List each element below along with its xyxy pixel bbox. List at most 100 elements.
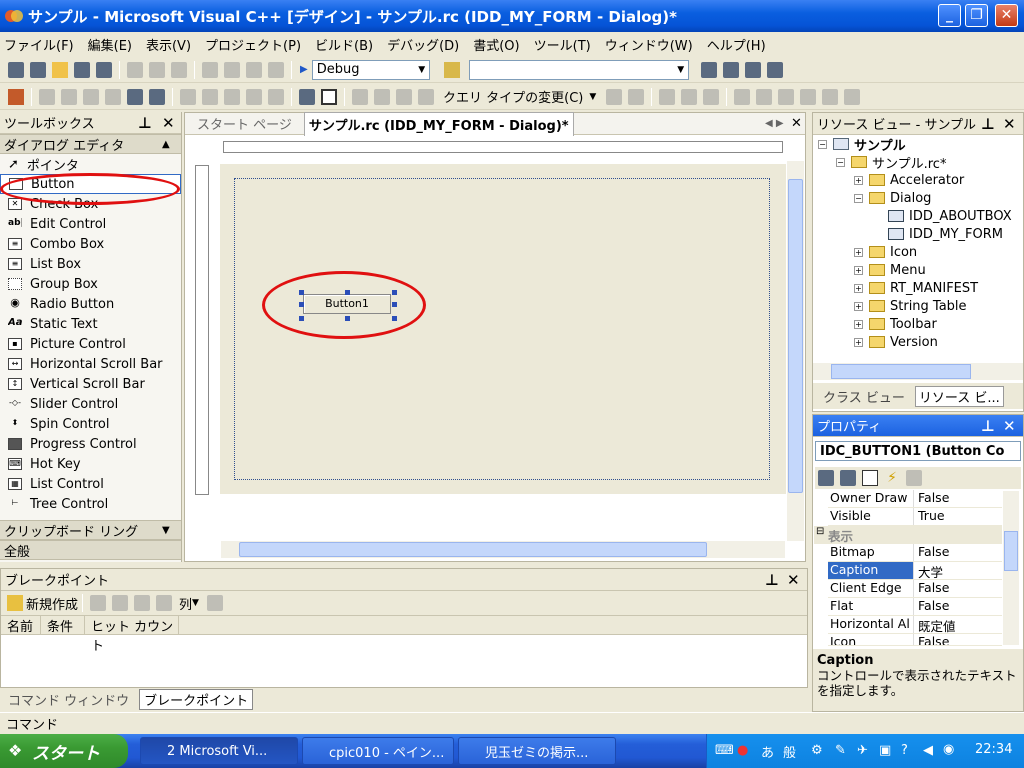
toolbox-item-slider[interactable]: -◇- Slider Control — [0, 394, 181, 414]
close-icon[interactable]: ✕ — [1003, 115, 1016, 133]
minimize-button[interactable]: _ — [938, 4, 961, 27]
new-breakpoint-button[interactable]: 新規作成 — [26, 594, 78, 613]
alphabetical-icon[interactable] — [840, 470, 856, 486]
sort-ascending-icon[interactable] — [659, 88, 676, 105]
help-icon[interactable]: ? — [901, 743, 908, 758]
sort-descending-icon[interactable] — [681, 88, 698, 105]
tree-node-menu[interactable]: + Menu — [854, 261, 926, 279]
test-dialog-icon[interactable] — [8, 88, 24, 105]
query-icon[interactable] — [374, 88, 390, 105]
maximize-button[interactable]: ❐ — [965, 4, 988, 27]
resview-hscrollbar[interactable] — [813, 363, 1023, 380]
scroll-thumb[interactable] — [239, 542, 707, 557]
toolbox-item-pointer[interactable]: ➚ ポインタ — [0, 154, 181, 174]
tree-node-rc[interactable]: − サンプル.rc* — [836, 153, 946, 172]
layout-icon[interactable] — [822, 88, 839, 105]
add-item-icon[interactable] — [30, 61, 46, 78]
tray-expand-icon[interactable]: ◀ — [923, 743, 933, 758]
tab-breakpoints[interactable]: ブレークポイント — [139, 688, 254, 710]
property-row[interactable]: Visible True — [828, 508, 1002, 526]
menu-edit[interactable]: 編集(E) — [88, 35, 132, 54]
delete-icon[interactable] — [90, 595, 107, 611]
toolbox-item-hotkey[interactable]: ⌨ Hot Key — [0, 454, 181, 474]
expand-icon[interactable]: + — [854, 301, 863, 311]
menu-view[interactable]: 表示(V) — [146, 35, 191, 54]
collapse-icon[interactable]: − — [818, 139, 827, 149]
network-icon[interactable]: ◉ — [943, 742, 954, 757]
query-icon[interactable] — [396, 88, 412, 105]
tab-command-window[interactable]: コマンド ウィンドウ — [8, 690, 129, 709]
close-icon[interactable]: ✕ — [162, 114, 175, 132]
tree-node-myform[interactable]: IDD_MY_FORM — [888, 225, 1003, 243]
chevron-up-icon[interactable]: ▲ — [162, 139, 170, 150]
toolbox-item-vscroll[interactable]: ↕ Vertical Scroll Bar — [0, 374, 181, 394]
ime-pad-icon[interactable]: ✎ — [835, 743, 846, 758]
ime-icon[interactable]: ● — [737, 743, 748, 758]
query-icon[interactable] — [418, 88, 434, 105]
property-row-selected[interactable]: Caption 大学 — [828, 562, 1002, 580]
goto-disasm-icon[interactable] — [156, 595, 173, 611]
tray-icon[interactable]: ▣ — [879, 743, 891, 758]
tab-class-view[interactable]: クラス ビュー — [823, 387, 905, 406]
events-icon[interactable]: ⚡ — [884, 470, 900, 486]
menu-help[interactable]: ヘルプ(H) — [707, 35, 766, 54]
keyboard-icon[interactable]: ⌨ — [715, 743, 734, 758]
editor-hscrollbar[interactable] — [221, 541, 785, 558]
add-table-icon[interactable] — [756, 88, 773, 105]
disable-icon[interactable] — [112, 595, 129, 611]
property-row[interactable]: Flat False — [828, 598, 1002, 616]
center-vertical-icon[interactable] — [127, 88, 143, 105]
toggle-grid-icon[interactable] — [299, 88, 315, 105]
menu-tools[interactable]: ツール(T) — [534, 35, 591, 54]
verify-sql-icon[interactable] — [606, 88, 623, 105]
layout-icon[interactable] — [800, 88, 817, 105]
pin-icon[interactable]: ⊥ — [765, 571, 779, 589]
toggle-guides-icon[interactable] — [321, 88, 337, 105]
toolbox-item-listbox[interactable]: ≡ List Box — [0, 254, 181, 274]
tree-node-solution[interactable]: − サンプル — [818, 135, 906, 154]
toolbox-item-combo[interactable]: ≡ Combo Box — [0, 234, 181, 254]
categorized-icon[interactable] — [818, 470, 834, 486]
space-across-icon[interactable] — [180, 88, 196, 105]
property-row[interactable]: Bitmap False — [828, 544, 1002, 562]
class-view-icon[interactable] — [766, 61, 783, 78]
pin-icon[interactable]: ⊥ — [981, 417, 995, 435]
property-row[interactable]: Icon False — [828, 634, 1002, 646]
redo-icon[interactable] — [224, 61, 240, 78]
layout-icon[interactable] — [844, 88, 861, 105]
new-project-icon[interactable] — [8, 61, 24, 78]
toolbox-item-listctrl[interactable]: ▦ List Control — [0, 474, 181, 494]
tree-node-dialog[interactable]: − Dialog — [854, 189, 931, 207]
expand-icon[interactable]: + — [854, 175, 863, 185]
tab-scroll-icon[interactable]: ◀ ▶ — [765, 118, 784, 129]
layout-icon[interactable] — [778, 88, 795, 105]
taskbar-item-vc[interactable]: 2 Microsoft Vi... — [140, 737, 298, 765]
vertical-ruler[interactable] — [195, 165, 209, 495]
taskbar-item-browser[interactable]: 児玉ゼミの掲示... — [458, 737, 616, 765]
property-row[interactable]: Client Edge False — [828, 580, 1002, 598]
expand-icon[interactable]: + — [854, 319, 863, 329]
menu-build[interactable]: ビルド(B) — [315, 35, 373, 54]
copy-icon[interactable] — [149, 61, 165, 78]
toolbox-item-static[interactable]: Aa Static Text — [0, 314, 181, 334]
properties-icon[interactable] — [206, 595, 223, 611]
column-header[interactable]: ヒット カウント — [85, 616, 179, 654]
tree-node-accelerator[interactable]: + Accelerator — [854, 171, 964, 189]
tab-resource-view[interactable]: リソース ビ... — [914, 385, 1004, 407]
menu-format[interactable]: 書式(O) — [473, 35, 519, 54]
tree-node-manifest[interactable]: + RT_MANIFEST — [854, 279, 978, 297]
open-icon[interactable] — [52, 61, 68, 78]
close-icon[interactable]: ✕ — [791, 116, 802, 131]
property-category-row[interactable]: ⊟ 表示 — [814, 526, 1002, 544]
tray-icon[interactable]: ✈ — [857, 743, 868, 758]
run-query-icon[interactable] — [628, 88, 645, 105]
scroll-thumb[interactable] — [788, 179, 803, 493]
goto-source-icon[interactable] — [134, 595, 151, 611]
solution-explorer-icon[interactable] — [700, 61, 717, 78]
toolbox-item-spin[interactable]: ⬍ Spin Control — [0, 414, 181, 434]
chevron-down-icon[interactable]: ▼ — [162, 525, 170, 536]
find-combo[interactable]: ▼ — [468, 59, 689, 80]
start-debug-icon[interactable]: ▶ — [300, 64, 308, 75]
query-type-menu[interactable]: クエリ タイプの変更(C) — [443, 87, 583, 106]
align-right-icon[interactable] — [61, 88, 77, 105]
